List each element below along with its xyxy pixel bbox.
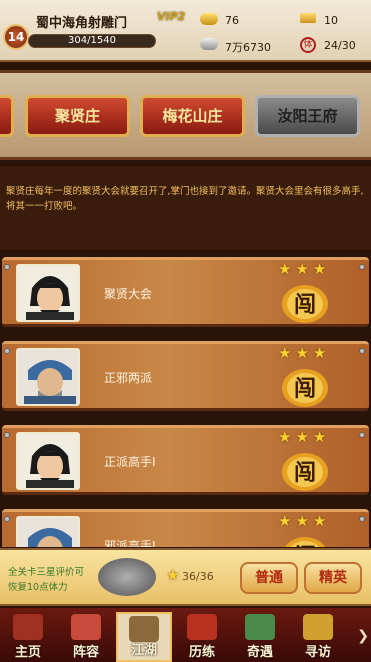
reward-hint-line1: 全关卡三星评价可 <box>8 567 85 578</box>
home-icon <box>13 614 43 640</box>
chevron-right-icon[interactable]: ❯ <box>357 628 369 644</box>
nav-lineup[interactable]: 阵容 <box>58 612 114 662</box>
reward-hint-line2: 恢复10点体力 <box>8 582 68 593</box>
nail-icon <box>359 516 365 522</box>
xp-progress-bar: 304/1540 <box>28 34 156 48</box>
nail-icon <box>4 516 10 522</box>
seal-glyph: 闯 <box>294 461 316 486</box>
nail-icon <box>4 432 10 438</box>
silver-value: 7万6730 <box>225 41 271 54</box>
nail-icon <box>359 432 365 438</box>
top-status-bar: 14 蜀中海角射雕门 VIP2 304/1540 76 7万6730 10 体 … <box>0 0 371 62</box>
stage-row[interactable]: 邪派高手Ⅰ ★★★ 闯 <box>2 509 369 547</box>
nav-home[interactable]: 主页 <box>0 612 56 662</box>
stage-row[interactable]: 聚贤大会 ★★★ 闯 <box>2 257 369 327</box>
nav-training[interactable]: 历练 <box>174 612 230 662</box>
reward-panel: 全关卡三星评价可 恢复10点体力 ★ 36/36 普通 精英 <box>0 548 371 606</box>
star-icon: ★ <box>166 566 180 584</box>
nav-adventure[interactable]: 奇遇 <box>232 612 288 662</box>
seal-glyph: 闯 <box>294 377 316 402</box>
player-name: 蜀中海角射雕门 <box>36 16 128 31</box>
bottom-navigation: 主页 阵容 江湖 历练 奇遇 寻访 ❯ <box>0 608 371 662</box>
nav-label: 寻访 <box>304 645 331 660</box>
tab-prev-partial[interactable] <box>0 95 14 137</box>
stage-name: 聚贤大会 <box>104 287 153 301</box>
nail-icon <box>4 348 10 354</box>
nav-label: 江湖 <box>130 643 157 658</box>
gold-value: 76 <box>225 14 239 27</box>
nav-label: 历练 <box>188 645 215 660</box>
region-description: 聚贤庄每年一度的聚贤大会就要召开了,掌门也接到了邀请。聚贤大会里会有很多高手,将… <box>0 166 371 250</box>
nail-icon <box>359 348 365 354</box>
vip-badge[interactable]: VIP2 <box>157 10 185 23</box>
ticket-value: 10 <box>324 14 338 27</box>
region-tab-strip: 聚贤庄 梅花山庄 汝阳王府 <box>0 70 371 160</box>
three-star-rating-icon: ★★★ <box>278 344 331 362</box>
stage-row[interactable]: 正邪两派 ★★★ 闯 <box>2 341 369 411</box>
star-count: 36/36 <box>182 570 214 583</box>
challenge-seal-icon[interactable]: 闯 <box>280 364 330 408</box>
normal-mode-button[interactable]: 普通 <box>240 562 298 594</box>
challenge-seal-icon[interactable]: 闯 <box>280 532 330 547</box>
mountain-icon <box>245 614 275 640</box>
training-icon <box>187 614 217 640</box>
lineup-icon <box>71 614 101 640</box>
gold-ingot-icon <box>200 13 218 25</box>
hero-portrait-swordsman <box>16 264 80 322</box>
tab-meihuashanzhuang[interactable]: 梅花山庄 <box>140 95 245 137</box>
three-star-rating-icon: ★★★ <box>278 260 331 278</box>
treasure-icon <box>303 614 333 640</box>
hero-portrait-warrior <box>16 516 80 547</box>
stage-name: 正派高手Ⅰ <box>104 455 156 469</box>
ticket-icon <box>300 13 316 23</box>
nail-icon <box>359 264 365 270</box>
nav-label: 阵容 <box>72 645 99 660</box>
nav-label: 主页 <box>14 645 41 660</box>
hero-portrait-warrior <box>16 348 80 406</box>
stage-list[interactable]: 聚贤大会 ★★★ 闯 正邪两派 ★★★ 闯 正派高手Ⅰ ★★★ 闯 邪派高手Ⅰ … <box>0 255 371 547</box>
elite-mode-button[interactable]: 精英 <box>304 562 362 594</box>
hero-portrait-swordsman <box>16 432 80 490</box>
challenge-seal-icon[interactable]: 闯 <box>280 280 330 324</box>
three-star-rating-icon: ★★★ <box>278 428 331 446</box>
stage-name: 邪派高手Ⅰ <box>104 539 156 547</box>
seal-glyph: 闯 <box>294 293 316 318</box>
stamina-icon: 体 <box>300 37 316 53</box>
tab-ruyangwangfu[interactable]: 汝阳王府 <box>255 95 360 137</box>
three-star-rating-icon: ★★★ <box>278 512 331 530</box>
treasure-pot-icon[interactable] <box>98 558 156 596</box>
nav-jianghu[interactable]: 江湖 <box>116 612 172 662</box>
seal-glyph: 闯 <box>294 545 316 547</box>
xp-text: 304/1540 <box>68 35 116 46</box>
nav-label: 奇遇 <box>246 645 273 660</box>
stage-row[interactable]: 正派高手Ⅰ ★★★ 闯 <box>2 425 369 495</box>
stage-name: 正邪两派 <box>104 371 153 385</box>
nav-search[interactable]: 寻访 <box>290 612 346 662</box>
nail-icon <box>4 264 10 270</box>
tab-juxianzhuang[interactable]: 聚贤庄 <box>25 95 130 137</box>
challenge-seal-icon[interactable]: 闯 <box>280 448 330 492</box>
player-level-badge: 14 <box>3 24 29 50</box>
stamina-value: 24/30 <box>324 39 356 52</box>
silver-ingot-icon <box>200 38 218 50</box>
